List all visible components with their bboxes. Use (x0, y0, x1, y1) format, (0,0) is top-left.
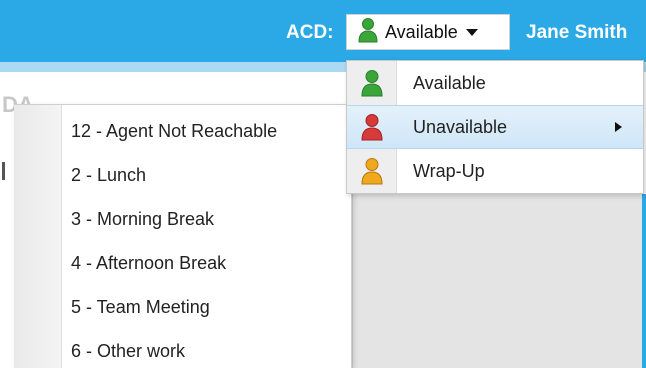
menu-item-label: Wrap-Up (413, 160, 485, 181)
acd-label: ACD: (286, 22, 334, 43)
submenu-item-label: 2 - Lunch (71, 164, 147, 185)
menu-item-unavailable[interactable]: Unavailable (347, 105, 643, 149)
background-partial-mark (2, 162, 5, 180)
acd-status-value: Available (385, 21, 458, 42)
status-menu: Available Unavailable Wrap-Up (346, 60, 644, 194)
submenu-item-afternoon-break[interactable]: 4 - Afternoon Break (62, 241, 351, 285)
top-bar: ACD: Available Jane Smith (0, 0, 646, 62)
chevron-down-icon (465, 28, 478, 36)
person-icon (357, 17, 379, 48)
menu-item-label: Available (413, 72, 486, 93)
acd-status-dropdown[interactable]: Available (346, 14, 510, 50)
menu-item-available[interactable]: Available (347, 61, 643, 105)
submenu-item-team-meeting[interactable]: 5 - Team Meeting (62, 285, 351, 329)
menu-item-wrap-up[interactable]: Wrap-Up (347, 149, 643, 193)
submenu-item-label: 4 - Afternoon Break (71, 252, 227, 273)
submenu-item-morning-break[interactable]: 3 - Morning Break (62, 197, 351, 241)
person-icon (347, 157, 397, 185)
user-name[interactable]: Jane Smith (526, 22, 627, 44)
person-icon (347, 69, 397, 97)
chevron-right-icon (615, 122, 622, 132)
submenu-item-lunch[interactable]: 2 - Lunch (62, 153, 351, 197)
submenu-item-label: 6 - Other work (71, 340, 186, 361)
menu-item-label: Unavailable (413, 116, 508, 137)
submenu-item-label: 3 - Morning Break (71, 208, 215, 229)
unavailable-submenu: 12 - Agent Not Reachable 2 - Lunch 3 - M… (14, 104, 352, 368)
submenu-item-label: 12 - Agent Not Reachable (71, 120, 278, 141)
person-icon (347, 113, 397, 141)
background-right-edge (642, 194, 646, 368)
submenu-item-agent-not-reachable[interactable]: 12 - Agent Not Reachable (62, 109, 351, 153)
submenu-gutter (14, 105, 62, 368)
submenu-item-label: 5 - Team Meeting (71, 296, 210, 317)
background-right-panel (352, 194, 646, 368)
submenu-item-other-work[interactable]: 6 - Other work (62, 329, 351, 368)
